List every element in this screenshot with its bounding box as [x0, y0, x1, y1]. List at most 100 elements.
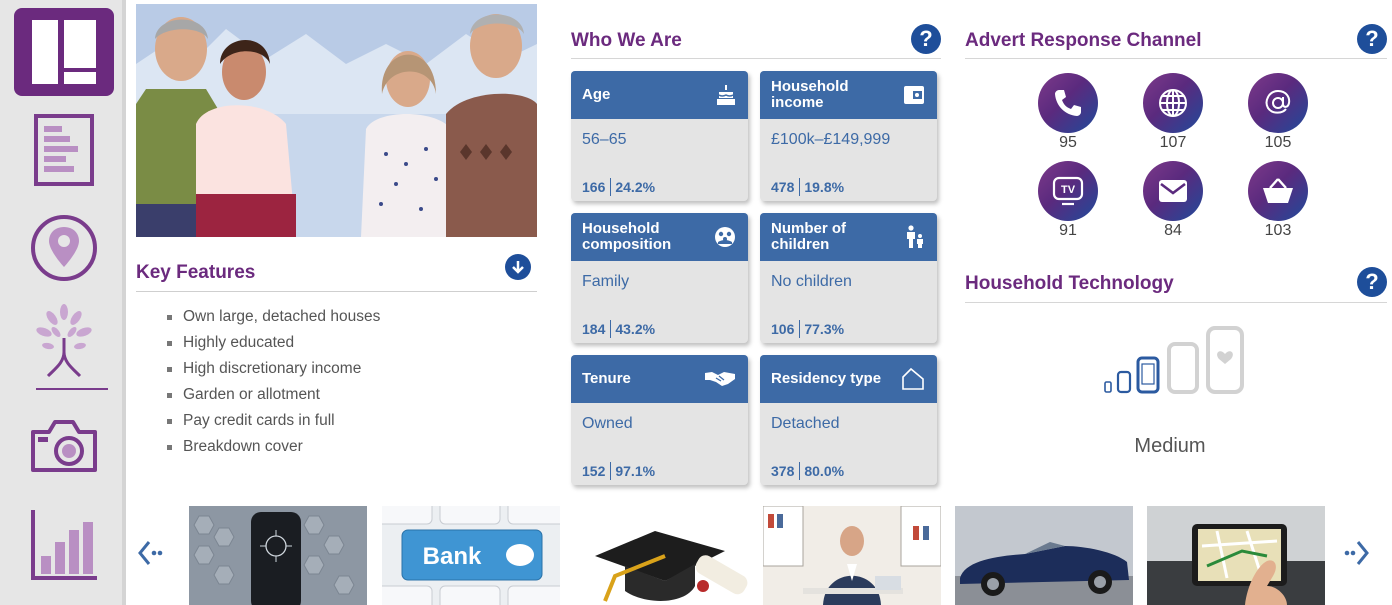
- card-stats: 152 97.1%: [582, 462, 655, 480]
- thumbnail-bank-key[interactable]: Bank: [382, 506, 560, 605]
- thumbnail-sat-nav[interactable]: [1147, 506, 1325, 605]
- key-features-title: Key Features: [136, 262, 256, 283]
- card-value: 56–65: [582, 131, 627, 148]
- card-percent: 19.8%: [804, 179, 845, 195]
- chevron-left-icon: [138, 541, 163, 565]
- card-stats: 478 19.8%: [771, 178, 844, 196]
- key-features-list: Own large, detached houses Highly educat…: [163, 306, 380, 462]
- device-level-2-icon: [1116, 370, 1132, 394]
- who-we-are-title: Who We Are: [571, 30, 682, 51]
- who-we-are-help-icon[interactable]: ?: [911, 24, 941, 54]
- card-stats: 106 77.3%: [771, 320, 844, 338]
- phone-icon: [1055, 90, 1081, 116]
- card-title: Household: [582, 220, 660, 237]
- card-tenure[interactable]: Tenure Owned 152 97.1%: [571, 355, 748, 485]
- thumbnail-graduation[interactable]: [575, 506, 753, 605]
- card-index: 378: [771, 463, 795, 479]
- card-value: £100k–£149,999: [771, 131, 891, 148]
- handshake-icon: [705, 372, 735, 386]
- birthday-cake-icon: [717, 85, 735, 105]
- card-residency-type[interactable]: Residency type Detached 378 80.0%: [760, 355, 937, 485]
- bar-chart-icon: [31, 510, 97, 580]
- channel-value: 103: [1264, 222, 1292, 239]
- nav-tree[interactable]: [14, 298, 114, 386]
- location-pin-icon: [31, 215, 97, 281]
- card-title-line2: composition: [582, 236, 672, 253]
- list-item: Own large, detached houses: [163, 306, 380, 332]
- channel-value: 95: [1059, 134, 1077, 151]
- report-icon: [34, 114, 94, 186]
- card-stats: 378 80.0%: [771, 462, 844, 480]
- channel-mail[interactable]: 84: [1143, 161, 1203, 240]
- nav-camera[interactable]: [14, 402, 114, 490]
- device-level-3-icon: [1136, 356, 1160, 394]
- email-at-icon: [1265, 89, 1291, 114]
- house-outline-icon: [902, 367, 924, 390]
- channel-web[interactable]: 107: [1143, 73, 1203, 152]
- card-number-of-children[interactable]: Number of children No children 106 77.3%: [760, 213, 937, 343]
- channel-shopping[interactable]: 103: [1248, 161, 1308, 240]
- parent-child-icon: [907, 225, 923, 248]
- card-header: Age: [571, 71, 748, 119]
- card-header: Residency type: [760, 355, 937, 403]
- nav-location[interactable]: [14, 204, 114, 292]
- household-technology-title: Household Technology: [965, 273, 1174, 294]
- channel-tv[interactable]: TV 91: [1038, 161, 1098, 240]
- card-title-line2: children: [771, 236, 830, 253]
- who-we-are-divider: [571, 58, 941, 59]
- card-header: Tenure: [571, 355, 748, 403]
- card-household-income[interactable]: Household income £100k–£149,999 478 19.8%: [760, 71, 937, 201]
- card-value: Owned: [582, 415, 633, 432]
- carousel-prev-button[interactable]: [137, 538, 163, 573]
- advert-response-divider: [965, 58, 1387, 59]
- list-item: Highly educated: [163, 332, 380, 358]
- tree-icon: [36, 304, 92, 378]
- card-header: Household income: [760, 71, 937, 119]
- shopping-basket-icon: [1263, 178, 1293, 203]
- card-household-composition[interactable]: Household composition Family 184 43.2%: [571, 213, 748, 343]
- card-header: Number of children: [760, 213, 937, 261]
- tv-icon: TV: [1052, 176, 1084, 206]
- family-circle-icon: [715, 227, 735, 247]
- scroll-down-icon[interactable]: [505, 254, 531, 280]
- advert-response-title: Advert Response Channel: [965, 30, 1202, 51]
- nav-report[interactable]: [14, 106, 114, 194]
- globe-icon: [1159, 89, 1187, 117]
- card-age[interactable]: Age 56–65 166 24.2%: [571, 71, 748, 201]
- technology-level-label: Medium: [1134, 435, 1206, 457]
- channel-value: 91: [1059, 222, 1077, 239]
- channel-value: 84: [1164, 222, 1182, 239]
- card-stats: 166 24.2%: [582, 178, 655, 196]
- list-item: Garden or allotment: [163, 384, 380, 410]
- chevron-right-icon: [1344, 541, 1369, 565]
- thumbnail-smartphone[interactable]: [189, 506, 367, 605]
- household-technology-help-icon[interactable]: ?: [1357, 267, 1387, 297]
- nav-dashboard[interactable]: [14, 8, 114, 96]
- advert-response-help-icon[interactable]: ?: [1357, 24, 1387, 54]
- thumbnail-convertible-car[interactable]: [955, 506, 1133, 605]
- card-stats: 184 43.2%: [582, 320, 655, 338]
- list-item: High discretionary income: [163, 358, 380, 384]
- wallet-icon: [904, 86, 924, 104]
- bank-key-label: Bank: [423, 543, 482, 570]
- list-item: Breakdown cover: [163, 436, 380, 462]
- card-index: 152: [582, 463, 606, 479]
- sidebar-divider: [36, 388, 108, 390]
- thumbnail-businessman[interactable]: [763, 506, 941, 605]
- carousel-next-button[interactable]: [1344, 538, 1370, 573]
- channel-value: 107: [1159, 134, 1187, 151]
- card-percent: 43.2%: [615, 321, 656, 337]
- svg-text:TV: TV: [1061, 184, 1076, 196]
- channel-value: 105: [1264, 134, 1292, 151]
- card-index: 166: [582, 179, 606, 195]
- nav-bar-chart[interactable]: [14, 500, 114, 588]
- card-percent: 80.0%: [804, 463, 845, 479]
- key-features-divider: [136, 291, 537, 292]
- channel-email[interactable]: 105: [1248, 73, 1308, 152]
- card-title: Tenure: [582, 370, 631, 387]
- card-title: Number of: [771, 220, 846, 237]
- camera-icon: [31, 420, 97, 472]
- device-level-4-icon: [1167, 342, 1199, 394]
- card-title-line2: income: [771, 94, 824, 111]
- channel-phone[interactable]: 95: [1038, 73, 1098, 152]
